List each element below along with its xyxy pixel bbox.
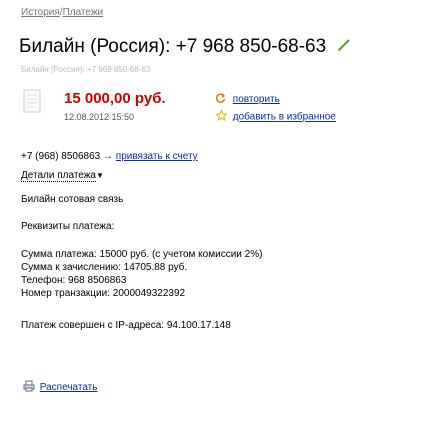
phone-number: +7 (968) 8506863 — [21, 151, 101, 162]
breadcrumb: История/Платежи — [21, 7, 103, 18]
ip-address-line: Платеж совершен с IP-адреса: 94.100.17.1… — [21, 320, 231, 331]
arrow-icon: → — [103, 151, 114, 162]
payment-details-label: Детали платежа — [21, 170, 96, 182]
repeat-row: повторить — [215, 93, 280, 106]
phone-row: +7 (968) 8506863 → привязать к счету — [21, 151, 198, 162]
pencil-icon[interactable] — [337, 36, 351, 58]
payment-datetime: 12.08.2012 15:50 — [64, 112, 135, 122]
print-link[interactable]: Распечатать — [40, 382, 98, 393]
payment-sum-line: Сумма платежа: 15000 руб. (с учетом коми… — [21, 249, 263, 260]
add-to-favorites-link[interactable]: добавить в избранное — [233, 112, 336, 123]
repeat-icon — [215, 93, 230, 106]
phone-line: Телефон: 968 8506863 — [21, 275, 127, 286]
transaction-line: Номер транзакции: 2000049322392 — [21, 288, 186, 299]
link-to-account-link[interactable]: привязать к счету — [116, 151, 198, 162]
page-subtitle: Билайн (Россия): +7 968 850-68-63 — [21, 65, 151, 74]
credit-sum-line: Сумма к зачислению: 14705.88 руб. — [21, 262, 188, 273]
page-title-row: Билайн (Россия): +7 968 850-68-63 — [19, 36, 351, 58]
printer-icon[interactable] — [23, 380, 37, 395]
provider-name: Билайн сотовая связь — [21, 194, 124, 205]
breadcrumb-history-link[interactable]: История — [21, 7, 60, 18]
receipt-icon — [23, 89, 41, 113]
page-title: Билайн (Россия): +7 968 850-68-63 — [19, 36, 327, 58]
payment-amount: 15 000,00 руб. — [64, 90, 166, 107]
breadcrumb-payments-link[interactable]: Платежи — [63, 7, 104, 18]
favorite-row: добавить в избранное — [215, 109, 336, 124]
star-icon — [215, 109, 230, 124]
requisites-label: Реквизиты платежа: — [21, 221, 115, 232]
print-row: Распечатать — [23, 380, 97, 395]
dropdown-arrow-icon: ▼ — [96, 171, 104, 180]
payment-details-toggle[interactable]: Детали платежа▼ — [21, 170, 104, 182]
repeat-payment-link[interactable]: повторить — [233, 94, 280, 105]
